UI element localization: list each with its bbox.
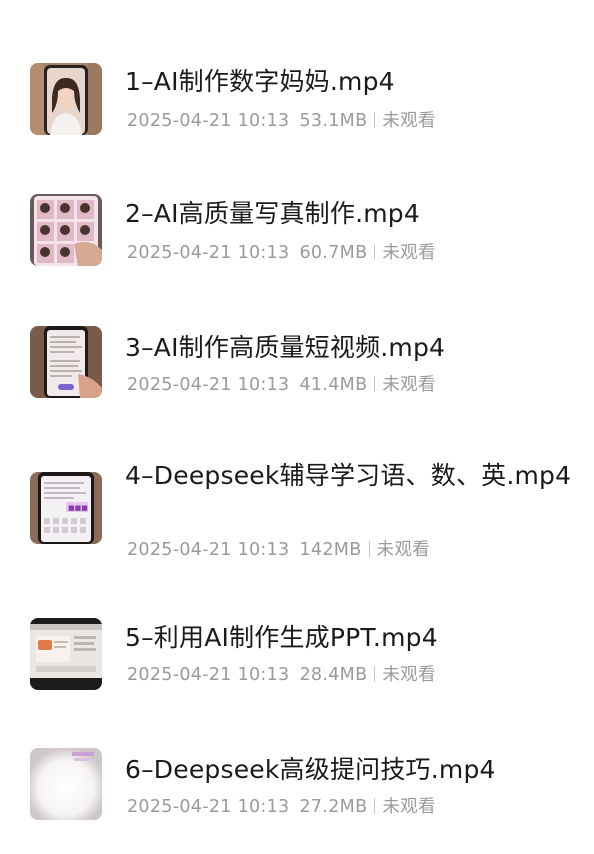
file-date: 2025-04-21 10:13 — [127, 243, 290, 263]
file-date: 2025-04-21 10:13 — [127, 540, 290, 560]
file-meta: 2025-04-21 10:13 142MB 未观看 — [127, 539, 430, 561]
file-name: 5–利用AI制作生成PPT.mp4 — [125, 623, 438, 652]
file-date: 2025-04-21 10:13 — [127, 797, 290, 817]
file-name: 4–Deepseek辅导学习语、数、英.mp4 — [125, 461, 572, 490]
file-meta: 2025-04-21 10:13 27.2MB 未观看 — [127, 796, 436, 818]
divider — [374, 376, 376, 392]
watch-status: 未观看 — [382, 111, 436, 131]
file-list-item[interactable]: ■■■ 4–Deepseek辅导学习语、数、英.mp4 2025-04-21 1… — [0, 430, 594, 590]
file-meta: 2025-04-21 10:13 53.1MB 未观看 — [127, 110, 436, 132]
file-meta: 2025-04-21 10:13 41.4MB 未观看 — [127, 374, 436, 396]
file-list-item[interactable]: 5–利用AI制作生成PPT.mp4 2025-04-21 10:13 28.4MB… — [0, 590, 594, 720]
video-thumbnail — [30, 63, 102, 135]
file-name: 6–Deepseek高级提问技巧.mp4 — [125, 755, 496, 784]
file-name: 1–AI制作数字妈妈.mp4 — [125, 67, 395, 96]
file-size: 142MB — [299, 540, 362, 560]
video-thumbnail — [30, 194, 102, 266]
watch-status: 未观看 — [376, 540, 430, 560]
watch-status: 未观看 — [382, 375, 436, 395]
svg-text:■■■: ■■■ — [68, 504, 88, 512]
file-date: 2025-04-21 10:13 — [127, 665, 290, 685]
file-list-item[interactable]: 6–Deepseek高级提问技巧.mp4 2025-04-21 10:13 27.… — [0, 720, 594, 854]
video-thumbnail — [30, 618, 102, 690]
file-list-item[interactable]: 2–AI高质量写真制作.mp4 2025-04-21 10:13 60.7MB 未观… — [0, 160, 594, 290]
video-thumbnail — [30, 748, 102, 820]
file-date: 2025-04-21 10:13 — [127, 375, 290, 395]
divider — [374, 244, 376, 260]
file-list-item[interactable]: 3–AI制作高质量短视频.mp4 2025-04-21 10:13 41.4MB 未… — [0, 290, 594, 430]
file-list: 1–AI制作数字妈妈.mp4 2025-04-21 10:13 53.1MB 未观看 — [0, 0, 594, 854]
divider — [374, 798, 376, 814]
divider — [374, 666, 376, 682]
watch-status: 未观看 — [382, 665, 436, 685]
file-size: 60.7MB — [299, 243, 368, 263]
file-name: 2–AI高质量写真制作.mp4 — [125, 199, 420, 228]
file-name: 3–AI制作高质量短视频.mp4 — [125, 333, 446, 362]
file-size: 28.4MB — [299, 665, 368, 685]
file-meta: 2025-04-21 10:13 28.4MB 未观看 — [127, 664, 436, 686]
file-size: 53.1MB — [299, 111, 368, 131]
watch-status: 未观看 — [382, 243, 436, 263]
file-size: 27.2MB — [299, 797, 368, 817]
watch-status: 未观看 — [382, 797, 436, 817]
divider — [368, 541, 370, 557]
video-thumbnail — [30, 326, 102, 398]
divider — [374, 112, 376, 128]
video-thumbnail: ■■■ — [30, 472, 102, 544]
file-date: 2025-04-21 10:13 — [127, 111, 290, 131]
file-size: 41.4MB — [299, 375, 368, 395]
file-meta: 2025-04-21 10:13 60.7MB 未观看 — [127, 242, 436, 264]
file-list-item[interactable]: 1–AI制作数字妈妈.mp4 2025-04-21 10:13 53.1MB 未观看 — [0, 0, 594, 160]
